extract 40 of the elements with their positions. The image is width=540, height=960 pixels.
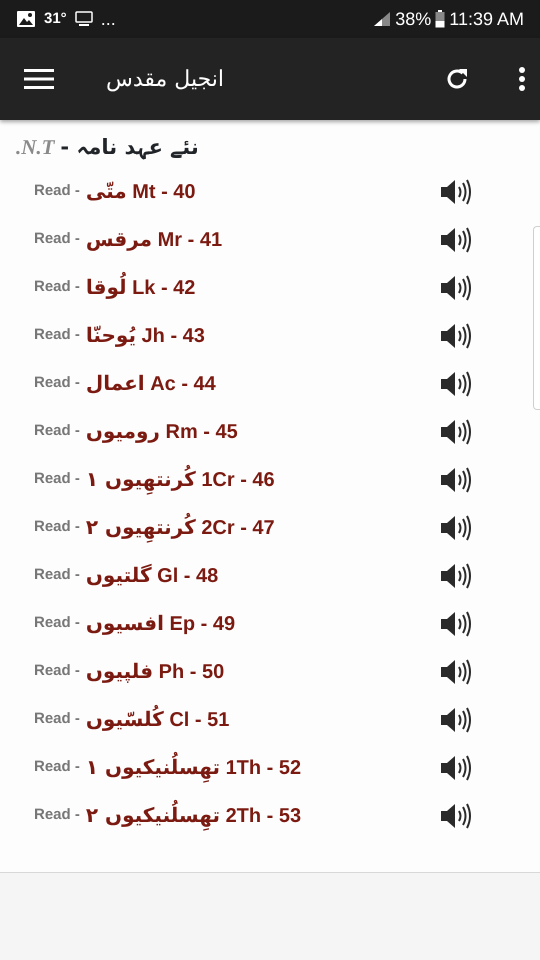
speaker-icon[interactable] <box>440 226 472 254</box>
gallery-icon <box>16 10 36 28</box>
speaker-icon[interactable] <box>440 418 472 446</box>
menu-icon[interactable] <box>24 68 54 90</box>
speaker-icon[interactable] <box>440 658 472 686</box>
read-link[interactable]: Read - <box>34 564 80 587</box>
read-link[interactable]: Read - <box>34 420 80 443</box>
read-link[interactable]: Read - <box>34 228 80 251</box>
read-link[interactable]: Read - <box>34 324 80 347</box>
read-link[interactable]: Read - <box>34 756 80 779</box>
temperature-text: 31° <box>44 8 67 29</box>
read-link[interactable]: Read - <box>34 804 80 827</box>
read-link[interactable]: Read - <box>34 180 80 203</box>
more-options-icon[interactable] <box>518 66 526 92</box>
read-link[interactable]: Read - <box>34 516 80 539</box>
speaker-icon[interactable] <box>440 706 472 734</box>
speaker-icon[interactable] <box>440 178 472 206</box>
speaker-icon[interactable] <box>440 610 472 638</box>
scroll-handle[interactable] <box>533 226 540 410</box>
speaker-icon[interactable] <box>440 370 472 398</box>
speaker-icon[interactable] <box>440 802 472 830</box>
read-link[interactable]: Read - <box>34 372 80 395</box>
battery-icon <box>435 10 446 28</box>
read-link[interactable]: Read - <box>34 468 80 491</box>
signal-icon <box>373 11 392 27</box>
speaker-icon[interactable] <box>440 754 472 782</box>
battery-text: 38% <box>395 8 432 30</box>
read-link[interactable]: Read - <box>34 660 80 683</box>
clock-text: 11:39 AM <box>449 8 524 30</box>
read-link[interactable]: Read - <box>34 612 80 635</box>
app-title: انجیل مقدس <box>106 66 224 94</box>
ftp-icon <box>74 11 93 27</box>
read-link[interactable]: Read - <box>34 276 80 299</box>
speaker-icon[interactable] <box>440 466 472 494</box>
speaker-icon[interactable] <box>440 562 472 590</box>
read-link[interactable]: Read - <box>34 708 80 731</box>
speaker-icon[interactable] <box>440 274 472 302</box>
more-notifications-text: ... <box>100 8 116 30</box>
speaker-icon[interactable] <box>440 322 472 350</box>
speaker-icon[interactable] <box>440 514 472 542</box>
